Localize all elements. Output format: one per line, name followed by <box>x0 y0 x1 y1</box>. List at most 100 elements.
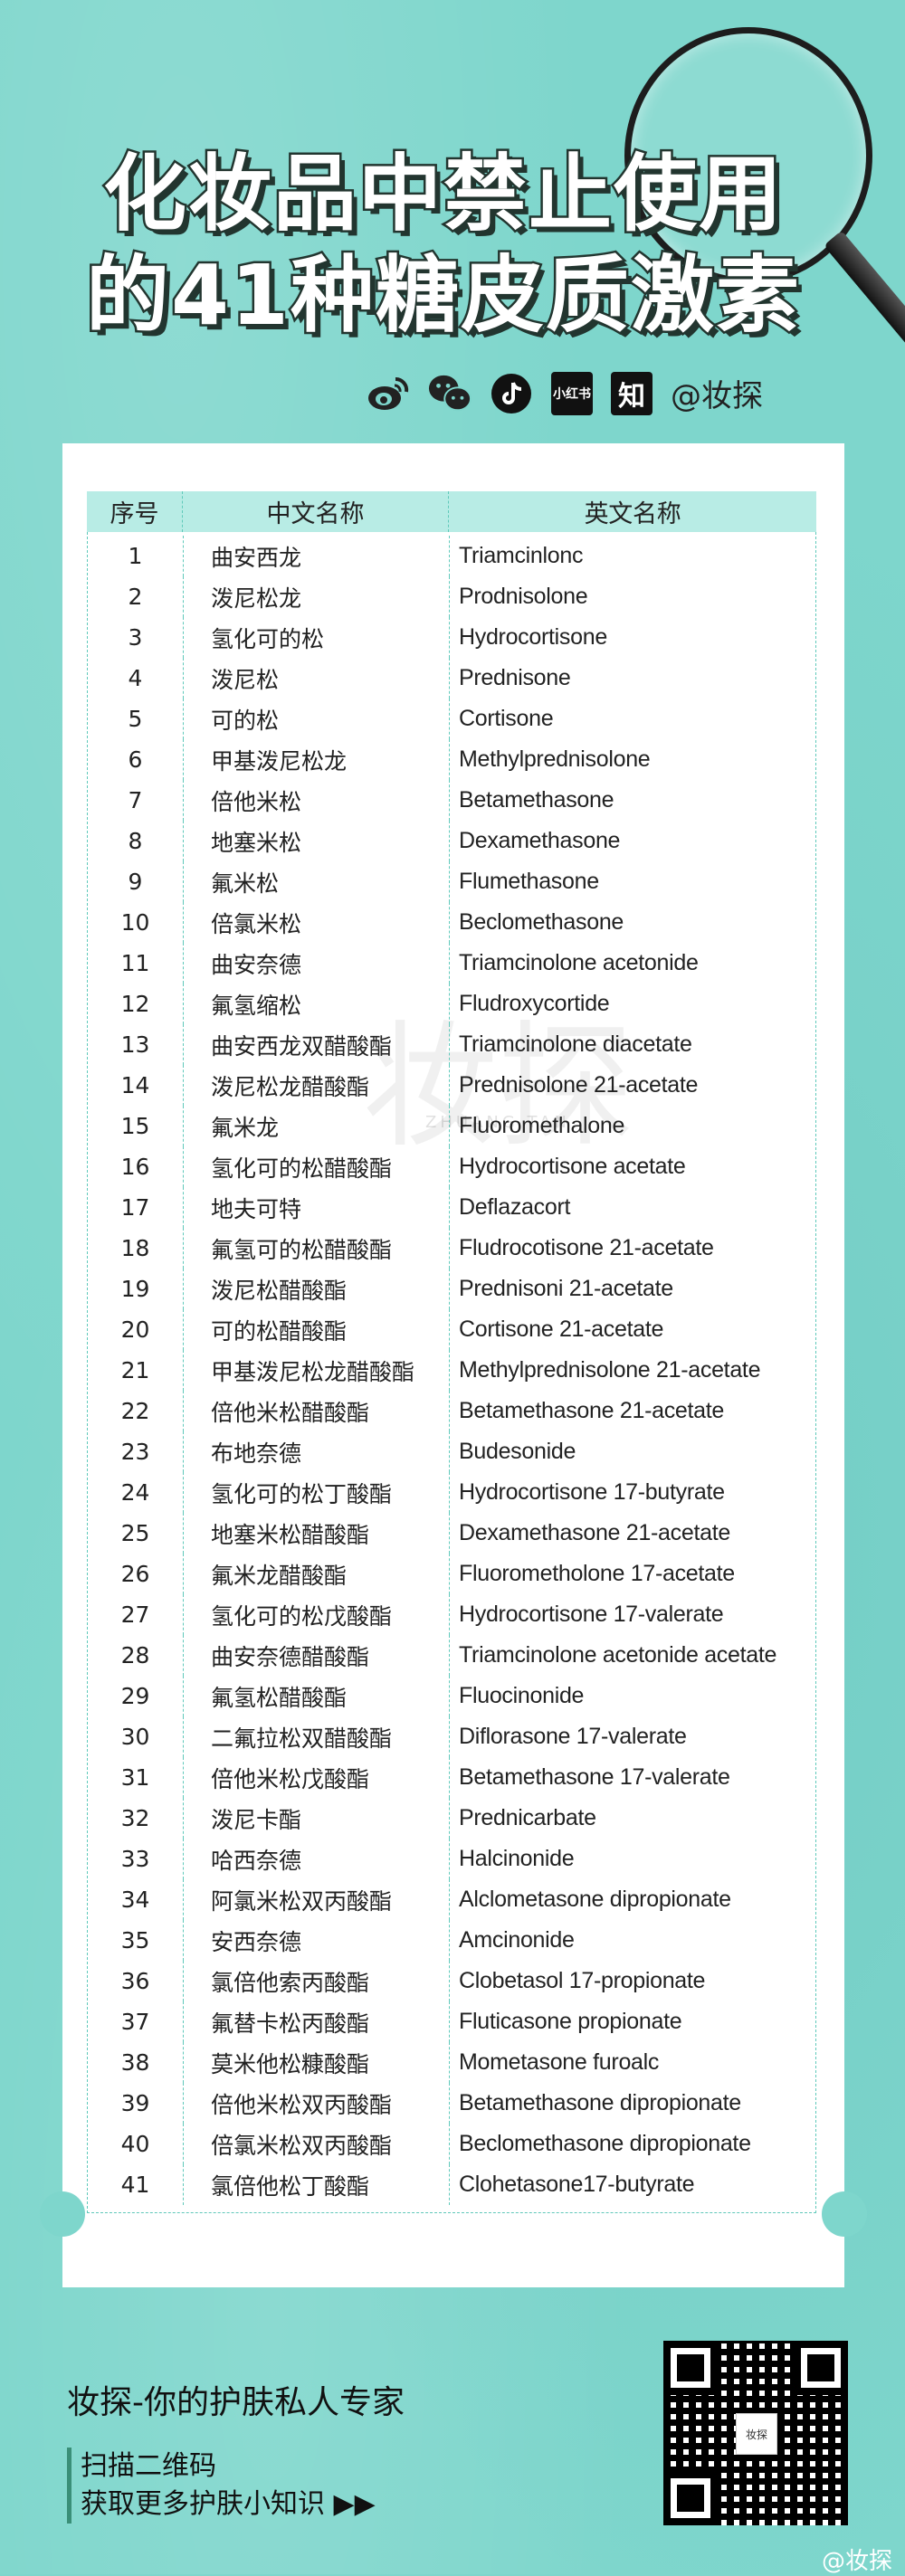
qr-finder <box>663 2471 718 2525</box>
row-english-name: Prodnisolone <box>459 584 588 609</box>
row-index: 40 <box>88 2124 184 2164</box>
table-row: 32 泼尼卡酯 Prednicarbate <box>88 1798 815 1839</box>
footer-cta: 扫描二维码 获取更多护肤小知识 ▶▶ <box>67 2448 376 2524</box>
table-row: 20 可的松醋酸酯 Cortisone 21-acetate <box>88 1309 815 1350</box>
row-chinese-name: 泼尼松醋酸酯 <box>184 1269 450 1309</box>
table-row: 7 倍他米松 Betamethasone <box>88 780 815 821</box>
row-english-name: Diflorasone 17-valerate <box>459 1724 687 1749</box>
card-notch-right <box>822 2191 867 2237</box>
row-chinese-name: 可的松醋酸酯 <box>184 1309 450 1350</box>
row-index: 25 <box>88 1513 184 1554</box>
table-row: 29 氟氢松醋酸酯 Fluocinonide <box>88 1676 815 1716</box>
header-english-name: 英文名称 <box>584 500 681 528</box>
row-english-name: Beclomethasone <box>459 909 624 935</box>
row-english-name: Fluoromethalone <box>459 1113 625 1138</box>
table-row: 17 地夫可特 Deflazacort <box>88 1187 815 1228</box>
table-row: 40 倍氯米松双丙酸酯 Beclomethasone dipropionate <box>88 2124 815 2164</box>
row-index: 18 <box>88 1228 184 1269</box>
row-index: 16 <box>88 1146 184 1187</box>
row-english-name: Prednisone <box>459 665 571 690</box>
page-title-line2: 的41种糖皮质激素 <box>83 245 802 347</box>
table-header-row: 序号 中文名称 英文名称 <box>87 491 816 532</box>
table-row: 6 甲基泼尼松龙 Methylprednisolone <box>88 739 815 780</box>
row-chinese-name: 地夫可特 <box>184 1187 450 1228</box>
table-row: 14 泼尼松龙醋酸酯 Prednisolone 21-acetate <box>88 1065 815 1106</box>
xiaohongshu-icon[interactable]: 小红书 <box>551 371 593 415</box>
row-chinese-name: 可的松 <box>184 699 450 739</box>
row-chinese-name: 阿氯米松双丙酸酯 <box>184 1879 450 1920</box>
row-english-name: Triamcinolone diacetate <box>459 1031 692 1057</box>
row-chinese-name: 氟米龙醋酸酯 <box>184 1554 450 1594</box>
table-row: 4 泼尼松 Prednisone <box>88 658 815 699</box>
table-row: 25 地塞米松醋酸酯 Dexamethasone 21-acetate <box>88 1513 815 1554</box>
qr-code[interactable]: 妆探 <box>663 2341 848 2525</box>
row-english-name: Prednisolone 21-acetate <box>459 1072 699 1098</box>
row-chinese-name: 倍他米松双丙酸酯 <box>184 2083 450 2124</box>
table-row: 35 安西奈德 Amcinonide <box>88 1920 815 1961</box>
row-index: 13 <box>88 1024 184 1065</box>
row-index: 19 <box>88 1269 184 1309</box>
table-row: 39 倍他米松双丙酸酯 Betamethasone dipropionate <box>88 2083 815 2124</box>
row-chinese-name: 布地奈德 <box>184 1431 450 1472</box>
row-chinese-name: 地塞米松醋酸酯 <box>184 1513 450 1554</box>
row-chinese-name: 甲基泼尼松龙醋酸酯 <box>184 1350 450 1391</box>
table-row: 28 曲安奈德醋酸酯 Triamcinolone acetonide acetate <box>88 1635 815 1676</box>
row-index: 1 <box>88 536 184 576</box>
row-index: 28 <box>88 1635 184 1676</box>
row-english-name: Methylprednisolone <box>459 746 651 772</box>
row-english-name: Budesonide <box>459 1439 576 1464</box>
row-index: 31 <box>88 1757 184 1798</box>
row-english-name: Prednicarbate <box>459 1805 596 1830</box>
row-index: 7 <box>88 780 184 821</box>
row-index: 23 <box>88 1431 184 1472</box>
row-chinese-name: 泼尼松龙 <box>184 576 450 617</box>
row-index: 4 <box>88 658 184 699</box>
row-english-name: Clohetasone17-butyrate <box>459 2172 695 2197</box>
row-chinese-name: 氟氢缩松 <box>184 984 450 1024</box>
row-english-name: Beclomethasone dipropionate <box>459 2131 751 2156</box>
row-english-name: Halcinonide <box>459 1846 575 1871</box>
table-row: 37 氟替卡松丙酸酯 Fluticasone propionate <box>88 2001 815 2042</box>
row-chinese-name: 倍氯米松双丙酸酯 <box>184 2124 450 2164</box>
row-english-name: Prednisoni 21-acetate <box>459 1276 673 1301</box>
row-chinese-name: 曲安奈德 <box>184 943 450 984</box>
table-row: 31 倍他米松戊酸酯 Betamethasone 17-valerate <box>88 1757 815 1798</box>
row-chinese-name: 二氟拉松双醋酸酯 <box>184 1716 450 1757</box>
table-body: 1 曲安西龙 Triamcinlonc 2 泼尼松龙 Prodnisolone 3 氢化可的松… <box>87 532 816 2213</box>
row-chinese-name: 安西奈德 <box>184 1920 450 1961</box>
zhihu-icon[interactable]: 知 <box>611 371 653 415</box>
table-row: 38 莫米他松糠酸酯 Mometasone furoalc <box>88 2042 815 2083</box>
row-index: 36 <box>88 1961 184 2001</box>
row-index: 20 <box>88 1309 184 1350</box>
row-chinese-name: 氟氢可的松醋酸酯 <box>184 1228 450 1269</box>
header-chinese-name: 中文名称 <box>183 491 449 532</box>
row-english-name: Betamethasone 21-acetate <box>459 1398 725 1423</box>
row-english-name: Alclometasone dipropionate <box>459 1887 731 1912</box>
row-chinese-name: 倍他米松醋酸酯 <box>184 1391 450 1431</box>
table-row: 12 氟氢缩松 Fludroxycortide <box>88 984 815 1024</box>
row-index: 21 <box>88 1350 184 1391</box>
row-chinese-name: 氢化可的松醋酸酯 <box>184 1146 450 1187</box>
row-chinese-name: 氯倍他松丁酸酯 <box>184 2164 450 2205</box>
row-english-name: Hydrocortisone 17-butyrate <box>459 1479 725 1505</box>
row-index: 2 <box>88 576 184 617</box>
tiktok-icon[interactable] <box>490 372 533 415</box>
row-chinese-name: 泼尼松 <box>184 658 450 699</box>
header-index: 序号 <box>87 491 183 532</box>
row-english-name: Clobetasol 17-propionate <box>459 1968 706 1993</box>
table-row: 21 甲基泼尼松龙醋酸酯 Methylprednisolone 21-acetate <box>88 1350 815 1391</box>
row-chinese-name: 哈西奈德 <box>184 1839 450 1879</box>
table-row: 1 曲安西龙 Triamcinlonc <box>88 536 815 576</box>
row-index: 26 <box>88 1554 184 1594</box>
weibo-icon[interactable] <box>367 372 410 415</box>
cta-line2: 获取更多护肤小知识 ▶▶ <box>81 2488 376 2520</box>
row-english-name: Triamcinolone acetonide <box>459 950 699 975</box>
table-row: 10 倍氯米松 Beclomethasone <box>88 902 815 943</box>
row-chinese-name: 地塞米松 <box>184 821 450 861</box>
row-index: 30 <box>88 1716 184 1757</box>
row-english-name: Fluticasone propionate <box>459 2009 682 2034</box>
row-index: 9 <box>88 861 184 902</box>
row-english-name: Hydrocortisone 17-valerate <box>459 1602 724 1627</box>
row-chinese-name: 倍他米松戊酸酯 <box>184 1757 450 1798</box>
wechat-icon[interactable] <box>428 372 472 415</box>
